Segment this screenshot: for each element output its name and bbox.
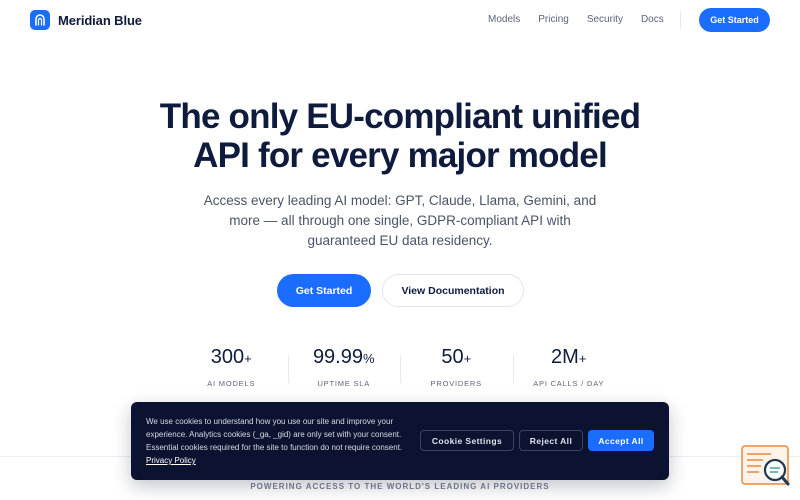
brand[interactable]: Meridian Blue — [30, 10, 142, 30]
view-documentation-button[interactable]: View Documentation — [382, 274, 524, 307]
stat-number: 2M — [551, 346, 579, 368]
brand-name: Meridian Blue — [58, 12, 142, 28]
nav-divider — [680, 11, 681, 29]
stats-row: 300+ AI MODELS 99.99% UPTIME SLA 50+ PRO… — [175, 343, 625, 395]
stat-label: UPTIME SLA — [317, 379, 371, 388]
stat-unit: + — [244, 351, 252, 366]
stat-value: 2M+ — [513, 343, 626, 373]
hero-title-line2: API for every major model — [193, 136, 608, 175]
stat-uptime-sla: 99.99% UPTIME SLA — [287, 343, 401, 395]
stat-value: 99.99% — [288, 343, 401, 373]
site-header: Meridian Blue Models Pricing Security Do… — [0, 0, 800, 40]
stat-label: PROVIDERS — [430, 379, 482, 388]
stat-number: 50 — [441, 346, 464, 368]
privacy-policy-link[interactable]: Privacy Policy — [146, 456, 196, 465]
stat-number: 300 — [210, 346, 245, 368]
stat-label: AI MODELS — [207, 379, 256, 388]
hero-get-started-button[interactable]: Get Started — [277, 274, 371, 307]
stat-ai-models: 300+ AI MODELS — [175, 343, 288, 395]
hero-cta-row: Get Started View Documentation — [277, 274, 524, 307]
main-nav: Models Pricing Security Docs — [488, 14, 664, 25]
hero-subtitle: Access every leading AI model: GPT, Clau… — [203, 193, 597, 248]
cookie-settings-button[interactable]: Cookie Settings — [420, 430, 514, 451]
search-chat-icon[interactable] — [741, 445, 791, 489]
nav-item-models[interactable]: Models — [488, 14, 520, 25]
powering-heading: POWERING ACCESS TO THE WORLD'S LEADING A… — [250, 482, 550, 491]
stat-providers: 50+ PROVIDERS — [400, 343, 513, 395]
cookie-text: We use cookies to understand how you use… — [146, 415, 408, 467]
stat-unit: + — [578, 351, 587, 366]
cookie-banner: We use cookies to understand how you use… — [131, 402, 669, 480]
brand-logo-icon — [30, 10, 50, 30]
stat-unit: + — [463, 351, 472, 366]
header-get-started-button[interactable]: Get Started — [699, 8, 770, 32]
nav-item-docs[interactable]: Docs — [641, 14, 664, 25]
cookie-message: We use cookies to understand how you use… — [146, 417, 403, 452]
stat-value: 300+ — [175, 343, 288, 373]
stat-number: 99.99 — [312, 346, 363, 368]
stat-label: API CALLS / DAY — [533, 379, 605, 388]
reject-all-button[interactable]: Reject All — [519, 430, 583, 451]
hero-title-line1: The only EU-compliant unified — [159, 97, 641, 136]
accept-all-button[interactable]: Accept All — [588, 430, 654, 451]
stat-value: 50+ — [400, 343, 513, 373]
nav-item-security[interactable]: Security — [587, 14, 623, 25]
hero-title: The only EU-compliant unified API for ev… — [0, 97, 800, 175]
stat-unit: % — [363, 351, 375, 366]
nav-item-pricing[interactable]: Pricing — [538, 14, 569, 25]
stat-api-calls: 2M+ API CALLS / DAY — [512, 343, 626, 395]
